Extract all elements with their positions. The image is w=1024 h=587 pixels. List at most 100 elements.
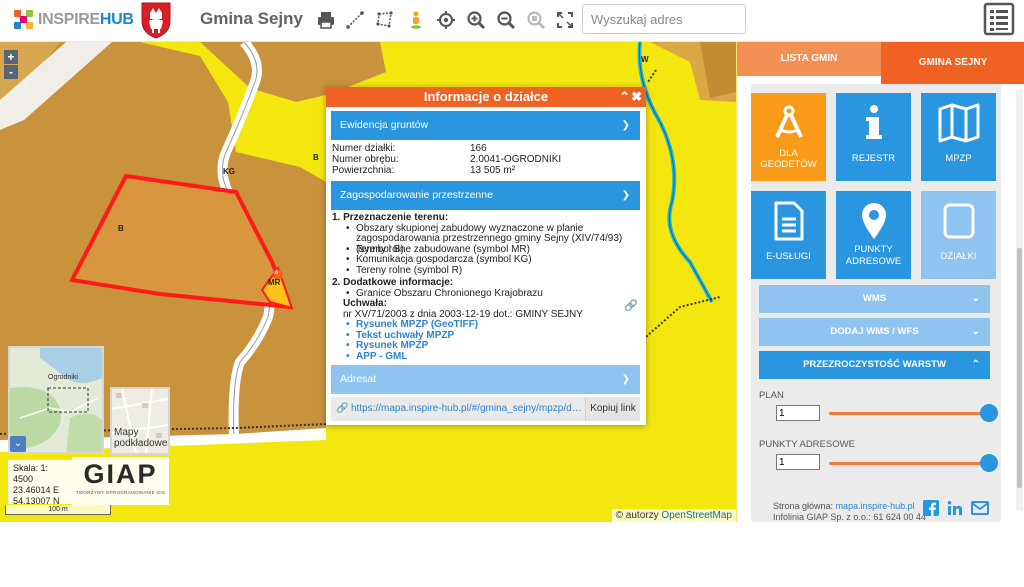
tile-e-uslugi[interactable]: E-USŁUGI — [751, 191, 826, 279]
parcel-icon — [921, 201, 996, 241]
tile-dla-geodetow[interactable]: DLA GEODETÓW — [751, 93, 826, 181]
copy-link-button[interactable]: Kopiuj link — [585, 397, 640, 421]
dodatkowe-heading: 2. Dodatkowe informacje: — [332, 277, 454, 288]
chevron-up-icon: ❯ — [621, 190, 630, 201]
field-value-powierzchnia: 13 505 m² — [470, 165, 516, 176]
link-rysunek-mpzp[interactable]: Rysunek MPZP — [346, 340, 428, 351]
minimap-toggle-button[interactable]: ⌄ — [10, 436, 26, 452]
giap-logo-text: GIAP — [83, 459, 158, 489]
logo-text: INSPIREHUB — [38, 11, 134, 28]
zoom-in-icon[interactable] — [464, 8, 488, 32]
zoom-out-icon[interactable] — [494, 8, 518, 32]
map-zoom-in-button[interactable]: + — [4, 50, 18, 64]
section-adresat[interactable]: Adresat ❯ — [331, 365, 640, 394]
map-label-b: B — [313, 153, 319, 162]
email-icon[interactable] — [971, 500, 989, 516]
map-icon — [921, 103, 996, 143]
plan-opacity-input[interactable] — [776, 405, 820, 421]
link-rysunek-geotiff[interactable]: Rysunek MPZP (GeoTIFF) — [346, 319, 478, 330]
map-label-b: B — [118, 224, 124, 233]
map-label-w: W — [641, 55, 649, 64]
section-wms[interactable]: WMS ⌄ — [759, 285, 990, 313]
section-dodaj-wms-wfs[interactable]: DODAJ WMS / WFS ⌄ — [759, 318, 990, 346]
footer-line-1: Strona główna: mapa.inspire-hub.pl — [773, 501, 926, 512]
app-window: INSPIREHUB Gmina Sejny Wyszukaj adres + … — [0, 0, 1024, 587]
chevron-down-icon: ⌄ — [971, 293, 980, 304]
tile-dzialki[interactable]: DZIAŁKI — [921, 191, 996, 279]
link-app-gml[interactable]: APP - GML — [346, 351, 408, 362]
zoom-box-icon[interactable] — [524, 8, 548, 32]
minimap-label: Ogrodniki — [48, 374, 78, 381]
giap-logo: GIAP TWORZYMY OPROGRAMOWANIE GIS — [72, 457, 169, 505]
tile-label: MPZP — [945, 153, 972, 164]
tile-label: DZIAŁKI — [940, 251, 977, 262]
menu-icon[interactable] — [983, 2, 1015, 36]
footer-line-2: Infolinia GIAP Sp. z o.o.: 61 624 00 44 — [773, 512, 926, 522]
slider-handle[interactable] — [980, 404, 998, 422]
collapse-popup-icon[interactable]: ⌃ — [619, 87, 630, 107]
tile-label: DLA — [779, 148, 798, 159]
openstreetmap-link[interactable]: OpenStreetMap — [661, 510, 732, 521]
field-label: Numer obrębu: — [332, 154, 399, 165]
tile-label: REJESTR — [851, 153, 896, 164]
section-ewidencja-gruntow[interactable]: Ewidencja gruntów ❯ — [331, 111, 640, 140]
panel-scrollbar[interactable] — [1016, 90, 1023, 510]
uchwala-label: Uchwała: — [343, 298, 387, 309]
locate-icon[interactable] — [434, 8, 458, 32]
inspirehub-logo-icon — [14, 10, 34, 30]
right-panel: LISTA GMIN GMINA SEJNY DLA GEODETÓW REJE… — [736, 42, 1024, 522]
share-link-icon[interactable]: 🔗 — [624, 299, 638, 312]
print-icon[interactable] — [314, 8, 338, 32]
chevron-down-icon: ⌄ — [971, 326, 980, 337]
layer-name-plan: PLAN — [759, 390, 784, 401]
parcel-info-popup: Informacje o działce ⌃ ✖ Ewidencja grunt… — [326, 87, 646, 425]
pin-icon — [836, 201, 911, 241]
close-popup-icon[interactable]: ✖ — [631, 87, 642, 107]
facebook-icon[interactable] — [923, 500, 939, 516]
section-przezroczystosc[interactable]: PRZEZROCZYSTOŚĆ WARSTW ⌃ — [759, 351, 990, 379]
inspirehub-logo[interactable]: INSPIREHUB — [14, 10, 134, 30]
przeznaczenie-item: Tereny rolne (symbol R) — [346, 265, 640, 276]
coat-of-arms-icon — [140, 1, 172, 39]
basemap-switcher[interactable]: Mapy podkładowe — [110, 387, 170, 455]
slider-handle[interactable] — [980, 454, 998, 472]
field-label: Powierzchnia: — [332, 165, 395, 176]
popup-header: Informacje o działce ⌃ ✖ — [326, 87, 646, 107]
tile-label: ADRESOWE — [845, 256, 902, 267]
map-zoom-out-button[interactable]: - — [4, 65, 18, 79]
layer-name-punkty: PUNKTY ADRESOWE — [759, 439, 855, 450]
tab-gmina-sejny[interactable]: GMINA SEJNY — [881, 42, 1024, 84]
punkty-opacity-slider[interactable] — [829, 454, 998, 472]
section-zagospodarowanie[interactable]: Zagospodarowanie przestrzenne ❯ — [331, 181, 640, 210]
section-label: WMS — [862, 293, 887, 304]
tile-rejestr[interactable]: REJESTR — [836, 93, 911, 181]
plan-opacity-slider[interactable] — [829, 404, 998, 422]
link-icon: 🔗 — [336, 403, 349, 414]
section-zagospodarowanie-label: Zagospodarowanie przestrzenne — [340, 189, 493, 201]
search-input[interactable] — [582, 4, 746, 34]
chevron-up-icon: ⌃ — [971, 359, 980, 370]
share-link-bar: 🔗 https://mapa.inspire-hub.pl/#/gmina_se… — [331, 397, 640, 421]
tab-lista-gmin[interactable]: LISTA GMIN — [737, 42, 881, 76]
section-label: DODAJ WMS / WFS — [830, 326, 919, 337]
map-label-six: 6 — [275, 270, 279, 276]
fullscreen-icon[interactable] — [553, 8, 577, 32]
streetview-icon[interactable] — [404, 8, 428, 32]
measure-area-icon[interactable] — [373, 8, 397, 32]
section-ewidencja-label: Ewidencja gruntów — [340, 119, 429, 131]
homepage-link[interactable]: mapa.inspire-hub.pl — [836, 501, 915, 511]
basemap-label: Mapy podkładowe — [114, 427, 168, 449]
przeznaczenie-item: Komunikacja gospodarcza (symbol KG) — [346, 254, 640, 265]
tile-mpzp[interactable]: MPZP — [921, 93, 996, 181]
measure-line-icon[interactable] — [343, 8, 367, 32]
punkty-opacity-input[interactable] — [776, 454, 820, 470]
field-label: Numer działki: — [332, 143, 396, 154]
chevron-up-icon: ❯ — [621, 120, 630, 131]
przeznaczenie-heading: 1. Przeznaczenie terenu: — [332, 212, 449, 223]
tile-punkty-adresowe[interactable]: PUNKTY ADRESOWE — [836, 191, 911, 279]
map-zoom-controls: + - — [4, 50, 18, 79]
map-attribution: © autorzy OpenStreetMap — [611, 509, 736, 522]
linkedin-icon[interactable] — [947, 500, 963, 516]
popup-title: Informacje o działce — [423, 89, 549, 104]
share-url[interactable]: https://mapa.inspire-hub.pl/#/gmina_sejn… — [351, 397, 586, 421]
